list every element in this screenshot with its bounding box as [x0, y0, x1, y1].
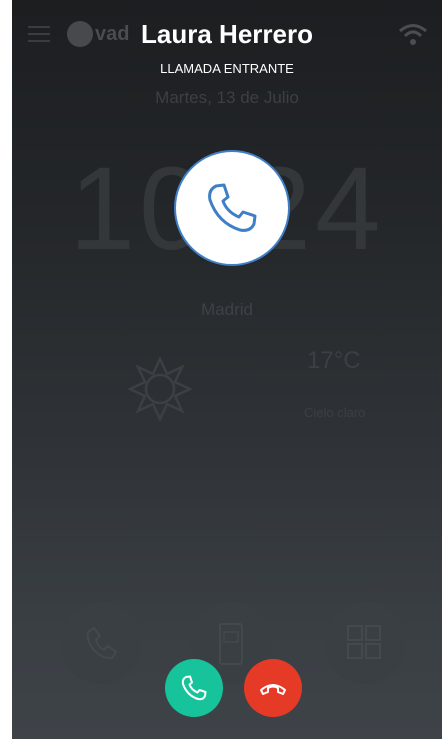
city-label: Madrid — [201, 300, 253, 319]
date-label: Martes, 13 de Julio — [155, 88, 299, 107]
sun-icon — [127, 356, 193, 422]
condition-label: Cielo claro — [304, 405, 366, 420]
phone-icon — [86, 626, 118, 660]
call-status: LLAMADA ENTRANTE — [160, 61, 294, 76]
temperature-label: 17°C — [307, 347, 361, 374]
app-screen: vad Martes, 13 de Julio 10:24 Madrid 17°… — [12, 0, 442, 739]
caller-avatar — [174, 150, 290, 266]
phone-icon — [208, 183, 257, 232]
grid-icon — [347, 625, 381, 659]
bg-phone-button — [60, 602, 142, 684]
accept-call-button[interactable] — [165, 659, 223, 717]
caller-name: Laura Herrero — [141, 19, 313, 49]
phone-icon — [181, 675, 207, 701]
bg-grid-button — [324, 602, 406, 684]
hangup-icon — [260, 684, 286, 695]
home-background: vad Martes, 13 de Julio 10:24 Madrid 17°… — [12, 0, 442, 739]
reject-call-button[interactable] — [244, 659, 302, 717]
